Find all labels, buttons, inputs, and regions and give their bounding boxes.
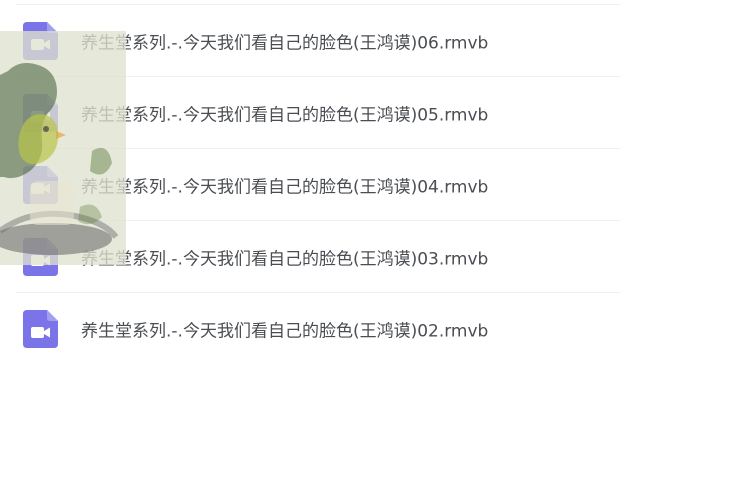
- video-file-icon: [23, 165, 58, 204]
- file-name[interactable]: 养生堂系列.-.今天我们看自己的脸色(王鸿谟)06.rmvb: [81, 28, 488, 53]
- file-row[interactable]: 养生堂系列.-.今天我们看自己的脸色(王鸿谟)04.rmvb: [16, 148, 620, 220]
- video-file-icon: [23, 21, 58, 60]
- video-file-icon: [23, 237, 58, 276]
- file-list: 养生堂系列.-.今天我们看自己的脸色(王鸿谟)06.rmvb 养生堂系列.-.今…: [16, 4, 620, 364]
- file-browser: 养生堂系列.-.今天我们看自己的脸色(王鸿谟)06.rmvb 养生堂系列.-.今…: [0, 0, 750, 480]
- file-name[interactable]: 养生堂系列.-.今天我们看自己的脸色(王鸿谟)02.rmvb: [81, 316, 488, 341]
- file-row[interactable]: 养生堂系列.-.今天我们看自己的脸色(王鸿谟)06.rmvb: [16, 4, 620, 76]
- file-name[interactable]: 养生堂系列.-.今天我们看自己的脸色(王鸿谟)03.rmvb: [81, 244, 488, 269]
- file-name[interactable]: 养生堂系列.-.今天我们看自己的脸色(王鸿谟)04.rmvb: [81, 172, 488, 197]
- file-row[interactable]: 养生堂系列.-.今天我们看自己的脸色(王鸿谟)03.rmvb: [16, 220, 620, 292]
- video-file-icon: [23, 93, 58, 132]
- file-row[interactable]: 养生堂系列.-.今天我们看自己的脸色(王鸿谟)05.rmvb: [16, 76, 620, 148]
- video-file-icon: [23, 309, 58, 348]
- file-name[interactable]: 养生堂系列.-.今天我们看自己的脸色(王鸿谟)05.rmvb: [81, 100, 488, 125]
- file-row[interactable]: 养生堂系列.-.今天我们看自己的脸色(王鸿谟)02.rmvb: [16, 292, 620, 364]
